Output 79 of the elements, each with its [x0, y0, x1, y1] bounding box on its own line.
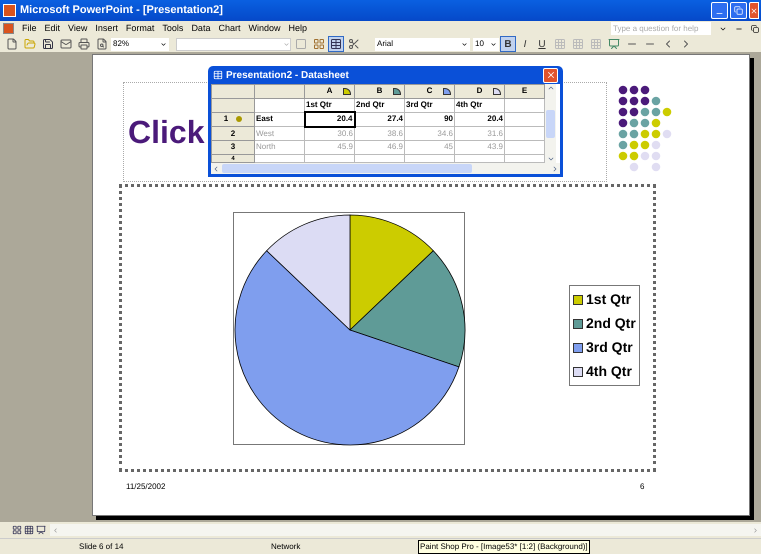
scroll-right-icon — [551, 164, 559, 172]
caret-icon — [160, 40, 167, 48]
help-field[interactable]: Type a question for help — [611, 22, 711, 35]
row-number[interactable]: 1 — [224, 113, 228, 126]
legend-label: 2nd Qtr — [586, 314, 636, 333]
scroll-up-icon — [546, 84, 554, 92]
slide-show-icon[interactable] — [36, 525, 46, 535]
table-cell[interactable]: 4th Qtr — [454, 98, 504, 112]
column-header[interactable]: E — [522, 85, 528, 98]
table-cell[interactable]: 1st Qtr — [304, 98, 354, 112]
row-number[interactable]: 3 — [230, 141, 236, 154]
status-slide: Slide 6 of 14 — [78, 540, 124, 552]
scroll-left-icon — [212, 164, 220, 172]
menu-item[interactable]: Edit — [44, 22, 60, 36]
legend-label: 4th Qtr — [586, 362, 632, 381]
format-button[interactable]: B — [500, 36, 516, 52]
table-cell[interactable]: 20.4 — [304, 112, 354, 127]
pie-wedge-icon — [493, 88, 501, 95]
column-header[interactable]: C — [426, 85, 432, 98]
table-cell[interactable]: 2nd Qtr — [354, 98, 404, 112]
normal-view-icon[interactable] — [12, 525, 22, 535]
datasheet-button[interactable] — [328, 36, 344, 52]
horizontal-scrollbar[interactable] — [50, 524, 761, 536]
menu-item[interactable]: Chart — [218, 22, 240, 36]
format-button[interactable]: U — [534, 36, 550, 52]
menu-item[interactable]: Insert — [95, 22, 118, 36]
app-icon — [3, 4, 16, 17]
menu-item[interactable]: Data — [191, 22, 210, 36]
restore-icon[interactable] — [751, 24, 759, 32]
caret-icon — [461, 40, 468, 48]
minimize-button[interactable] — [711, 2, 728, 19]
table-cell[interactable]: 20.4 — [454, 112, 504, 127]
table-icon — [330, 38, 342, 50]
close-icon — [750, 6, 758, 14]
menu-item[interactable]: Help — [288, 22, 307, 36]
horizontal-scrollbar[interactable] — [211, 163, 560, 174]
menu-item[interactable]: Tools — [162, 22, 184, 36]
status-network: Network — [270, 540, 302, 552]
close-button[interactable] — [749, 2, 759, 19]
menu-item[interactable]: Window — [248, 22, 280, 36]
close-icon — [546, 70, 556, 80]
tooltip: Paint Shop Pro - [Image53* [1:2] (Background)] — [418, 540, 590, 554]
scroll-down-icon — [546, 155, 554, 163]
table-cell[interactable]: 3rd Qtr — [404, 98, 454, 112]
table-cell[interactable]: 27.4 — [354, 112, 404, 127]
caret-icon — [283, 40, 290, 48]
slide-date: 11/25/2002 — [126, 481, 166, 493]
chart-frame[interactable]: 1st Qtr 2nd Qtr 3rd Qtr 4th Qtr — [119, 184, 656, 472]
format-button[interactable]: I — [517, 36, 533, 52]
corner-cell[interactable] — [212, 84, 254, 98]
slide-number: 6 — [640, 481, 644, 493]
pie-wedge-icon — [343, 88, 351, 95]
caret-icon — [490, 40, 497, 48]
pie-wedge-icon — [393, 88, 401, 95]
window-title: Microsoft PowerPoint - [Presentation2] — [20, 3, 224, 18]
column-header[interactable]: A — [326, 85, 332, 98]
close-button[interactable] — [543, 68, 558, 82]
menu-item[interactable]: File — [22, 22, 37, 36]
scroll-left-icon — [52, 526, 59, 534]
menu-item[interactable]: Format — [126, 22, 154, 36]
legend-label: 3rd Qtr — [586, 338, 633, 357]
vertical-scrollbar[interactable] — [545, 84, 556, 163]
restore-icon — [734, 6, 743, 15]
scroll-right-icon — [752, 526, 759, 534]
font-combo[interactable]: Arial — [375, 38, 470, 50]
pie-wedge-icon — [443, 88, 451, 95]
datasheet-title: Presentation2 - Datasheet — [226, 68, 350, 82]
zoom-combo[interactable]: 82% — [111, 38, 169, 50]
table-icon — [213, 70, 223, 80]
slide-title: Click — [128, 113, 204, 152]
legend-label: 1st Qtr — [586, 290, 632, 309]
menu-item[interactable]: View — [68, 22, 88, 36]
row-number[interactable]: 2 — [230, 128, 236, 140]
column-header[interactable]: D — [476, 85, 482, 98]
font-size-combo[interactable]: 10 — [473, 38, 499, 50]
restore-button[interactable] — [730, 2, 747, 19]
slide-sorter-icon[interactable] — [24, 525, 34, 535]
table-cell[interactable]: 90 — [404, 112, 454, 127]
column-header[interactable]: B — [376, 85, 382, 98]
